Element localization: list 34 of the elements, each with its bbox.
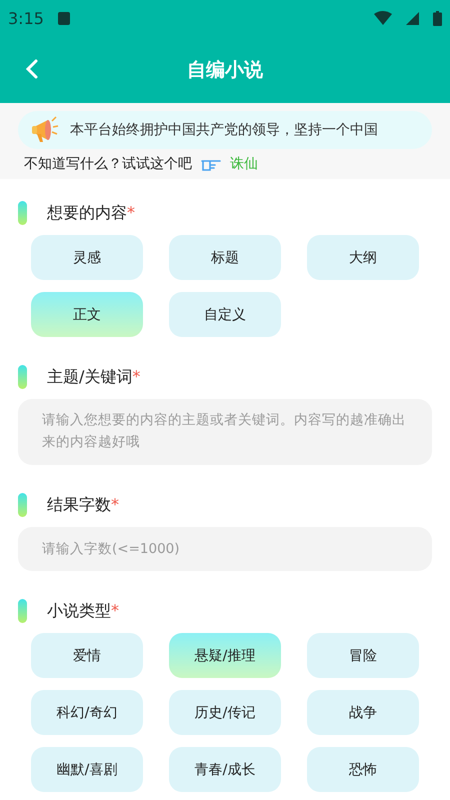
option-chip[interactable]: 灵感 — [31, 235, 143, 280]
signal-icon — [406, 12, 419, 24]
section-marker — [18, 201, 27, 225]
option-chip[interactable]: 战争 — [307, 690, 419, 735]
hint-text: 不知道写什么？试试这个吧 — [24, 155, 192, 173]
option-chip[interactable]: 正文 — [31, 292, 143, 337]
option-chip[interactable]: 大纲 — [307, 235, 419, 280]
page-title: 自编小说 — [187, 58, 263, 82]
option-chip[interactable]: 爱情 — [31, 633, 143, 678]
wifi-icon — [374, 11, 392, 25]
section-title: 结果字数* — [47, 494, 119, 516]
option-chip[interactable]: 恐怖 — [307, 747, 419, 792]
option-chip[interactable]: 历史/传记 — [169, 690, 281, 735]
topic-field[interactable]: 请输入您想要的内容的主题或者关键词。内容写的越准确出来的内容越好哦 — [18, 399, 432, 465]
status-time: 3:15 — [8, 8, 44, 28]
option-chip[interactable]: 冒险 — [307, 633, 419, 678]
notification-icon — [58, 12, 70, 24]
section-marker — [18, 599, 27, 623]
section-title: 想要的内容* — [47, 202, 135, 224]
option-chip[interactable]: 标题 — [169, 235, 281, 280]
section-title: 主题/关键词* — [47, 366, 140, 388]
section-title: 小说类型* — [47, 600, 119, 622]
section-marker — [18, 493, 27, 517]
option-chip[interactable]: 青春/成长 — [169, 747, 281, 792]
word-count-field[interactable]: 请输入字数(<=1000) — [18, 527, 432, 571]
megaphone-icon — [30, 115, 60, 145]
back-icon[interactable] — [26, 59, 38, 79]
option-chip[interactable]: 自定义 — [169, 292, 281, 337]
option-chip[interactable]: 科幻/奇幻 — [31, 690, 143, 735]
battery-icon — [433, 10, 442, 26]
notice-text: 本平台始终拥护中国共产党的领导，坚持一个中国 — [70, 121, 378, 139]
option-chip[interactable]: 悬疑/推理 — [169, 633, 281, 678]
option-chip[interactable]: 幽默/喜剧 — [31, 747, 143, 792]
section-marker — [18, 365, 27, 389]
